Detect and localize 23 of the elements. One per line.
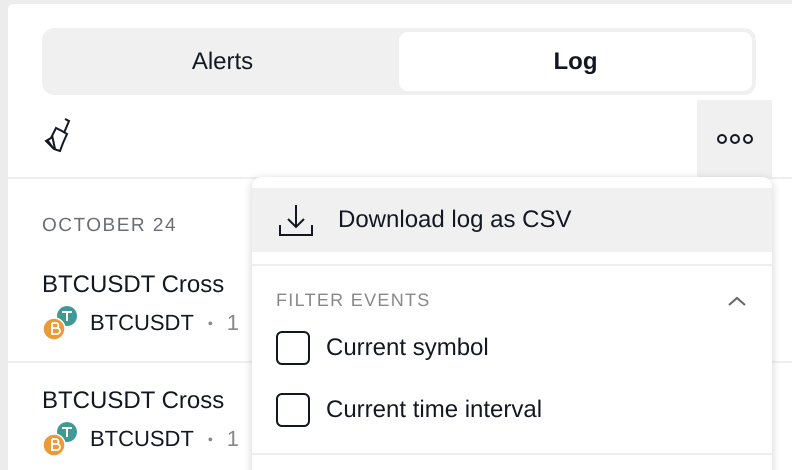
- tab[interactable]: Alerts: [46, 32, 399, 91]
- more-icon: [716, 132, 754, 144]
- separator-dot: •: [208, 431, 213, 447]
- time-label: 1: [226, 310, 240, 336]
- download-menu-item[interactable]: Download log as CSV: [252, 188, 772, 252]
- alert-title: BTCUSDT Cross: [42, 271, 224, 299]
- checkbox[interactable]: [276, 331, 310, 365]
- symbol-label: BTCUSDT: [90, 310, 194, 336]
- checkbox[interactable]: [276, 393, 310, 427]
- coin-pair-icon: [42, 305, 80, 341]
- alert-title: BTCUSDT Cross: [42, 387, 224, 415]
- more-button[interactable]: [697, 100, 772, 177]
- tab[interactable]: Log: [399, 32, 752, 91]
- section-heading: FILTER EVENTS: [276, 290, 431, 311]
- time-label: 1: [226, 426, 240, 452]
- chevron-up-icon[interactable]: [728, 296, 746, 306]
- coin-pair-icon: [42, 421, 80, 457]
- date-heading: OCTOBER 24: [41, 214, 178, 237]
- separator-dot: •: [208, 315, 213, 331]
- symbol-label: BTCUSDT: [90, 426, 194, 452]
- download-icon: [278, 203, 314, 237]
- checkbox-label: Current symbol: [326, 334, 489, 362]
- checkbox-label: Current time interval: [326, 396, 542, 424]
